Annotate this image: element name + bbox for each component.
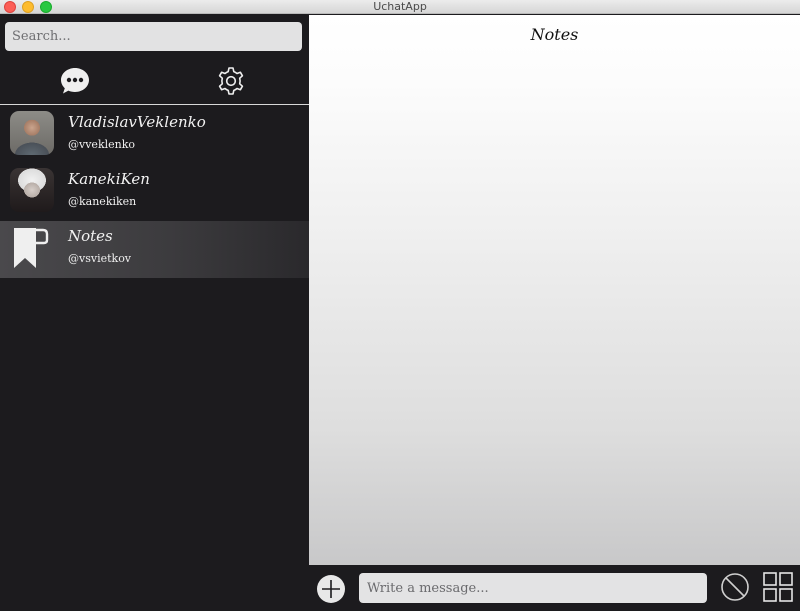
composer (309, 565, 800, 611)
tab-chats[interactable] (60, 67, 90, 95)
contact-handle: @kanekiken (68, 195, 137, 208)
grid-button[interactable] (763, 572, 793, 602)
sidebar: VladislavVeklenko @vveklenko KanekiKen @… (0, 15, 309, 611)
chat-bubble-icon (61, 68, 89, 94)
attach-button[interactable] (317, 575, 345, 603)
contact-name: Notes (68, 227, 113, 245)
contact-item-notes[interactable]: Notes @vsvietkov (0, 221, 309, 278)
message-box (359, 573, 707, 603)
search-input[interactable] (5, 22, 302, 51)
grid-icon (763, 572, 793, 602)
contact-item-vladislavveklenko[interactable]: VladislavVeklenko @vveklenko (0, 107, 309, 164)
search-box (5, 22, 302, 51)
message-input[interactable] (359, 573, 707, 603)
avatar (10, 111, 54, 155)
sidebar-divider (0, 104, 309, 105)
chat-title: Notes (530, 25, 579, 44)
title-bar: UchatApp (0, 0, 800, 14)
contact-handle: @vsvietkov (68, 252, 132, 265)
contact-name: VladislavVeklenko (68, 113, 206, 131)
chat-panel: Notes (309, 15, 800, 565)
window-title: UchatApp (373, 0, 427, 13)
tab-settings[interactable] (216, 66, 246, 96)
contact-item-kanekiken[interactable]: KanekiKen @kanekiken (0, 164, 309, 221)
bookmark-icon (14, 228, 49, 268)
avatar (10, 168, 54, 212)
plus-icon (322, 580, 340, 598)
contact-handle: @vveklenko (68, 138, 136, 151)
gear-icon (218, 67, 244, 95)
contact-name: KanekiKen (68, 170, 150, 188)
block-icon (721, 573, 749, 601)
block-button[interactable] (720, 572, 750, 602)
avatar (10, 225, 54, 269)
